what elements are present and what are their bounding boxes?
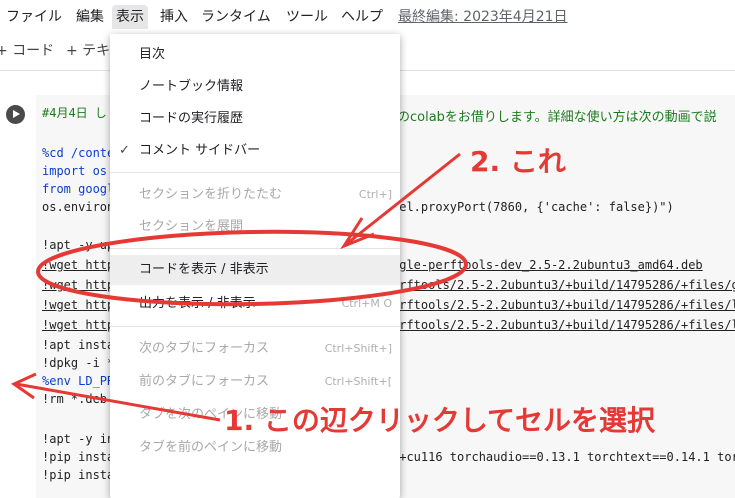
code-line: !wget http [42,278,115,292]
add-text-button[interactable]: + テキ [66,40,110,62]
menu-item-shortcut: Ctrl+Shift+] [324,342,392,355]
menu-item-label: 次のタブにフォーカス [139,341,270,356]
menu-item-label: コメント サイドバー [139,143,261,158]
code-line: !wget http [42,258,115,272]
menu-runtime[interactable]: ランタイム [197,5,275,29]
menu-insert[interactable]: 挿入 [156,5,192,29]
code-line: !rm *.deb [42,392,108,406]
code-line: import os [42,163,107,179]
menu-item-toc[interactable]: 目次 [110,40,400,70]
menu-item-label: コードを表示 / 非表示 [139,262,269,277]
menu-item-toggle-code[interactable]: コードを表示 / 非表示 [110,255,400,285]
code-line-text: import os [42,164,108,178]
code-line: %env LD_PR [42,374,115,388]
code-line: from googl [42,181,114,197]
menu-item-label: 前のタブにフォーカス [139,374,270,389]
code-line-tail: 1+cu116 torchaudio==0.13.1 torchtext==0.… [392,450,735,464]
last-edit-link[interactable]: 最終編集: 2023年4月21日 [398,5,568,29]
menu-item-label: 出力を表示 / 非表示 [139,296,256,311]
menu-item-label: セクションを折りたたむ [139,187,283,202]
code-line-text: from googl [42,182,115,196]
code-line-text: %cd /conte [42,146,115,160]
menu-item-execution-history[interactable]: コードの実行履歴 [110,104,400,134]
menu-help[interactable]: ヘルプ [337,5,387,29]
code-comment-tail: のcolabをお借りします。詳細な使い方は次の動画で説 [397,110,717,125]
menu-item-notebook-info[interactable]: ノートブック情報 [110,72,400,102]
menu-item-comment-sidebar[interactable]: ✓ コメント サイドバー [110,136,400,166]
code-comment: #4月4日 し [42,106,107,120]
menu-item-collapse-sections[interactable]: セクションを折りたたむ Ctrl+] [110,180,400,210]
code-line: os.environ [42,199,114,215]
annotation-label-1: 1. この辺クリックしてセルを選択 [224,404,656,437]
menu-view[interactable]: 表示 [112,5,148,29]
code-line: %cd /conte [42,145,114,161]
code-line-tail: ogle-perftools-dev_2.5-2.2ubuntu3_amd64.… [392,258,703,272]
menu-item-shortcut: Ctrl+Shift+[ [324,375,392,388]
menu-divider [110,172,400,173]
menu-item-label: コードの実行履歴 [139,111,244,126]
menu-item-shortcut: Ctrl+] [358,188,392,201]
menu-bar: ファイル 編集 表示 挿入 ランタイム ツール ヘルプ 最終編集: 2023年4… [0,0,735,34]
code-line: !dpkg -i * [42,356,115,370]
menu-item-label: 目次 [139,47,166,62]
code-line: !pip insta [42,450,115,464]
code-line: !apt -y up [42,238,115,252]
add-code-button[interactable]: + コード [0,40,54,62]
menu-tools[interactable]: ツール [282,5,332,29]
code-line-tail: erftools/2.5-2.2ubuntu3/+build/14795286/… [392,278,735,292]
check-icon: ✓ [119,143,130,158]
code-line: !apt insta [42,338,115,352]
menu-item-expand-sections[interactable]: セクションを展開 [110,212,400,242]
code-line-text: os.environ [42,200,115,214]
menu-item-focus-next-tab[interactable]: 次のタブにフォーカス Ctrl+Shift+] [110,334,400,364]
code-line: !apt -y in [42,432,115,446]
menu-item-focus-prev-tab[interactable]: 前のタブにフォーカス Ctrl+Shift+[ [110,367,400,397]
menu-divider [110,326,400,327]
menu-file[interactable]: ファイル [2,5,66,29]
code-line-tail: nel.proxyPort(7860, {'cache': false})") [392,200,674,214]
run-cell-button[interactable] [6,105,25,124]
menu-item-label: ノートブック情報 [139,79,244,94]
menu-divider [110,248,400,249]
code-line: !wget http [42,318,115,332]
annotation-label-2: 2. これ [470,145,566,178]
code-line-tail: erftools/2.5-2.2ubuntu3/+build/14795286/… [392,298,735,312]
code-line: !wget http [42,298,115,312]
menu-edit[interactable]: 編集 [72,5,108,29]
menu-item-shortcut: Ctrl+M O [341,297,392,310]
menu-item-label: セクションを展開 [139,219,244,234]
menu-item-toggle-output[interactable]: 出力を表示 / 非表示 Ctrl+M O [110,289,400,319]
code-line-tail: erftools/2.5-2.2ubuntu3/+build/14795286/… [392,318,735,332]
